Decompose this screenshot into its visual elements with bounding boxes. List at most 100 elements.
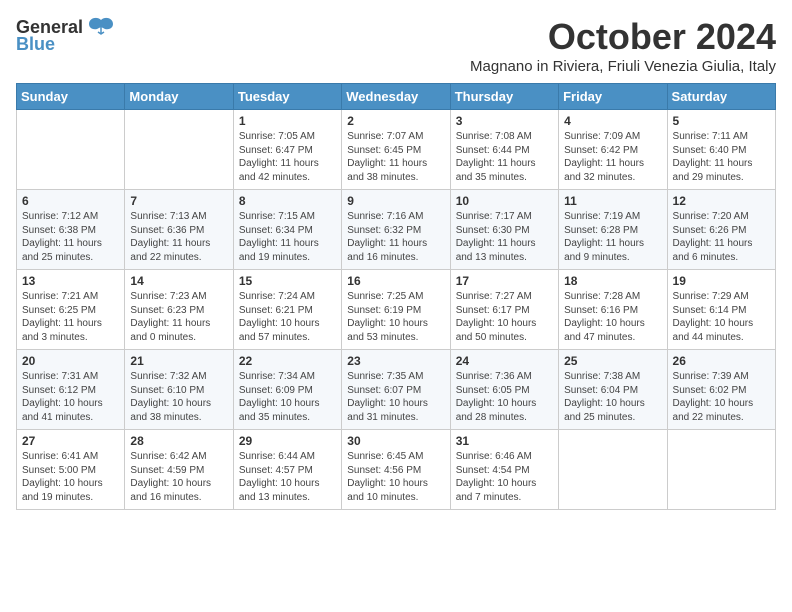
daylight: Daylight: 11 hours and 9 minutes. xyxy=(564,238,644,263)
daylight: Daylight: 10 hours and 10 minutes. xyxy=(347,478,428,503)
sunrise: Sunrise: 7:35 AM xyxy=(347,371,423,382)
sunrise: Sunrise: 6:42 AM xyxy=(130,451,206,462)
sunrise: Sunrise: 7:36 AM xyxy=(456,371,532,382)
sunset: Sunset: 6:28 PM xyxy=(564,225,638,236)
sunset: Sunset: 5:00 PM xyxy=(22,465,96,476)
sunset: Sunset: 6:10 PM xyxy=(130,385,204,396)
calendar-cell: 19 Sunrise: 7:29 AM Sunset: 6:14 PM Dayl… xyxy=(667,270,775,350)
calendar-week-3: 13 Sunrise: 7:21 AM Sunset: 6:25 PM Dayl… xyxy=(17,270,776,350)
sunrise: Sunrise: 7:34 AM xyxy=(239,371,315,382)
day-number: 13 xyxy=(22,274,119,288)
day-number: 3 xyxy=(456,114,553,128)
sunset: Sunset: 6:23 PM xyxy=(130,305,204,316)
sunrise: Sunrise: 7:20 AM xyxy=(673,211,749,222)
sunrise: Sunrise: 7:29 AM xyxy=(673,291,749,302)
day-number: 26 xyxy=(673,354,770,368)
daylight: Daylight: 10 hours and 19 minutes. xyxy=(22,478,103,503)
sunset: Sunset: 6:26 PM xyxy=(673,225,747,236)
sunset: Sunset: 6:19 PM xyxy=(347,305,421,316)
calendar-cell: 28 Sunrise: 6:42 AM Sunset: 4:59 PM Dayl… xyxy=(125,430,233,510)
sunrise: Sunrise: 7:09 AM xyxy=(564,131,640,142)
sunrise: Sunrise: 7:28 AM xyxy=(564,291,640,302)
day-info: Sunrise: 6:44 AM Sunset: 4:57 PM Dayligh… xyxy=(239,450,336,504)
calendar-week-1: 1 Sunrise: 7:05 AM Sunset: 6:47 PM Dayli… xyxy=(17,110,776,190)
day-info: Sunrise: 7:34 AM Sunset: 6:09 PM Dayligh… xyxy=(239,370,336,424)
daylight: Daylight: 10 hours and 57 minutes. xyxy=(239,318,320,343)
sunrise: Sunrise: 7:11 AM xyxy=(673,131,748,142)
daylight: Daylight: 11 hours and 19 minutes. xyxy=(239,238,319,263)
logo: General Blue xyxy=(16,16,115,55)
calendar-cell: 26 Sunrise: 7:39 AM Sunset: 6:02 PM Dayl… xyxy=(667,350,775,430)
daylight: Daylight: 11 hours and 35 minutes. xyxy=(456,158,536,183)
calendar-cell: 7 Sunrise: 7:13 AM Sunset: 6:36 PM Dayli… xyxy=(125,190,233,270)
day-number: 22 xyxy=(239,354,336,368)
calendar-cell: 8 Sunrise: 7:15 AM Sunset: 6:34 PM Dayli… xyxy=(233,190,341,270)
day-number: 29 xyxy=(239,434,336,448)
sunset: Sunset: 6:16 PM xyxy=(564,305,638,316)
daylight: Daylight: 11 hours and 25 minutes. xyxy=(22,238,102,263)
calendar-cell xyxy=(559,430,667,510)
day-info: Sunrise: 7:36 AM Sunset: 6:05 PM Dayligh… xyxy=(456,370,553,424)
day-number: 14 xyxy=(130,274,227,288)
sunrise: Sunrise: 7:08 AM xyxy=(456,131,532,142)
daylight: Daylight: 11 hours and 38 minutes. xyxy=(347,158,427,183)
day-info: Sunrise: 7:29 AM Sunset: 6:14 PM Dayligh… xyxy=(673,290,770,344)
sunset: Sunset: 6:32 PM xyxy=(347,225,421,236)
daylight: Daylight: 11 hours and 13 minutes. xyxy=(456,238,536,263)
daylight: Daylight: 10 hours and 7 minutes. xyxy=(456,478,537,503)
day-info: Sunrise: 7:07 AM Sunset: 6:45 PM Dayligh… xyxy=(347,130,444,184)
calendar-cell: 24 Sunrise: 7:36 AM Sunset: 6:05 PM Dayl… xyxy=(450,350,558,430)
sunset: Sunset: 4:54 PM xyxy=(456,465,530,476)
calendar-table: SundayMondayTuesdayWednesdayThursdayFrid… xyxy=(16,83,776,510)
day-number: 11 xyxy=(564,194,661,208)
daylight: Daylight: 11 hours and 42 minutes. xyxy=(239,158,319,183)
sunset: Sunset: 6:21 PM xyxy=(239,305,313,316)
sunrise: Sunrise: 7:31 AM xyxy=(22,371,98,382)
sunset: Sunset: 6:40 PM xyxy=(673,145,747,156)
daylight: Daylight: 10 hours and 35 minutes. xyxy=(239,398,320,423)
day-info: Sunrise: 6:45 AM Sunset: 4:56 PM Dayligh… xyxy=(347,450,444,504)
calendar-cell: 21 Sunrise: 7:32 AM Sunset: 6:10 PM Dayl… xyxy=(125,350,233,430)
day-number: 17 xyxy=(456,274,553,288)
sunset: Sunset: 4:56 PM xyxy=(347,465,421,476)
calendar-cell: 22 Sunrise: 7:34 AM Sunset: 6:09 PM Dayl… xyxy=(233,350,341,430)
sunrise: Sunrise: 7:05 AM xyxy=(239,131,315,142)
day-info: Sunrise: 6:46 AM Sunset: 4:54 PM Dayligh… xyxy=(456,450,553,504)
sunset: Sunset: 6:09 PM xyxy=(239,385,313,396)
day-info: Sunrise: 7:24 AM Sunset: 6:21 PM Dayligh… xyxy=(239,290,336,344)
day-info: Sunrise: 7:08 AM Sunset: 6:44 PM Dayligh… xyxy=(456,130,553,184)
day-number: 24 xyxy=(456,354,553,368)
sunset: Sunset: 6:34 PM xyxy=(239,225,313,236)
calendar-cell: 15 Sunrise: 7:24 AM Sunset: 6:21 PM Dayl… xyxy=(233,270,341,350)
sunrise: Sunrise: 7:12 AM xyxy=(22,211,98,222)
sunrise: Sunrise: 7:38 AM xyxy=(564,371,640,382)
title-block: October 2024 Magnano in Riviera, Friuli … xyxy=(470,16,776,75)
day-number: 28 xyxy=(130,434,227,448)
sunrise: Sunrise: 7:32 AM xyxy=(130,371,206,382)
day-number: 9 xyxy=(347,194,444,208)
calendar-week-4: 20 Sunrise: 7:31 AM Sunset: 6:12 PM Dayl… xyxy=(17,350,776,430)
daylight: Daylight: 11 hours and 16 minutes. xyxy=(347,238,427,263)
sunrise: Sunrise: 7:25 AM xyxy=(347,291,423,302)
sunset: Sunset: 4:57 PM xyxy=(239,465,313,476)
sunset: Sunset: 6:02 PM xyxy=(673,385,747,396)
daylight: Daylight: 10 hours and 47 minutes. xyxy=(564,318,645,343)
day-number: 4 xyxy=(564,114,661,128)
daylight: Daylight: 11 hours and 29 minutes. xyxy=(673,158,753,183)
sunrise: Sunrise: 6:41 AM xyxy=(22,451,98,462)
weekday-header-row: SundayMondayTuesdayWednesdayThursdayFrid… xyxy=(17,84,776,110)
sunrise: Sunrise: 7:17 AM xyxy=(456,211,532,222)
weekday-tuesday: Tuesday xyxy=(233,84,341,110)
daylight: Daylight: 11 hours and 3 minutes. xyxy=(22,318,102,343)
day-info: Sunrise: 7:09 AM Sunset: 6:42 PM Dayligh… xyxy=(564,130,661,184)
sunrise: Sunrise: 7:24 AM xyxy=(239,291,315,302)
sunrise: Sunrise: 7:07 AM xyxy=(347,131,423,142)
calendar-cell: 17 Sunrise: 7:27 AM Sunset: 6:17 PM Dayl… xyxy=(450,270,558,350)
daylight: Daylight: 11 hours and 0 minutes. xyxy=(130,318,210,343)
calendar-cell: 13 Sunrise: 7:21 AM Sunset: 6:25 PM Dayl… xyxy=(17,270,125,350)
day-number: 19 xyxy=(673,274,770,288)
calendar-cell: 3 Sunrise: 7:08 AM Sunset: 6:44 PM Dayli… xyxy=(450,110,558,190)
day-number: 20 xyxy=(22,354,119,368)
day-info: Sunrise: 7:05 AM Sunset: 6:47 PM Dayligh… xyxy=(239,130,336,184)
day-info: Sunrise: 7:28 AM Sunset: 6:16 PM Dayligh… xyxy=(564,290,661,344)
